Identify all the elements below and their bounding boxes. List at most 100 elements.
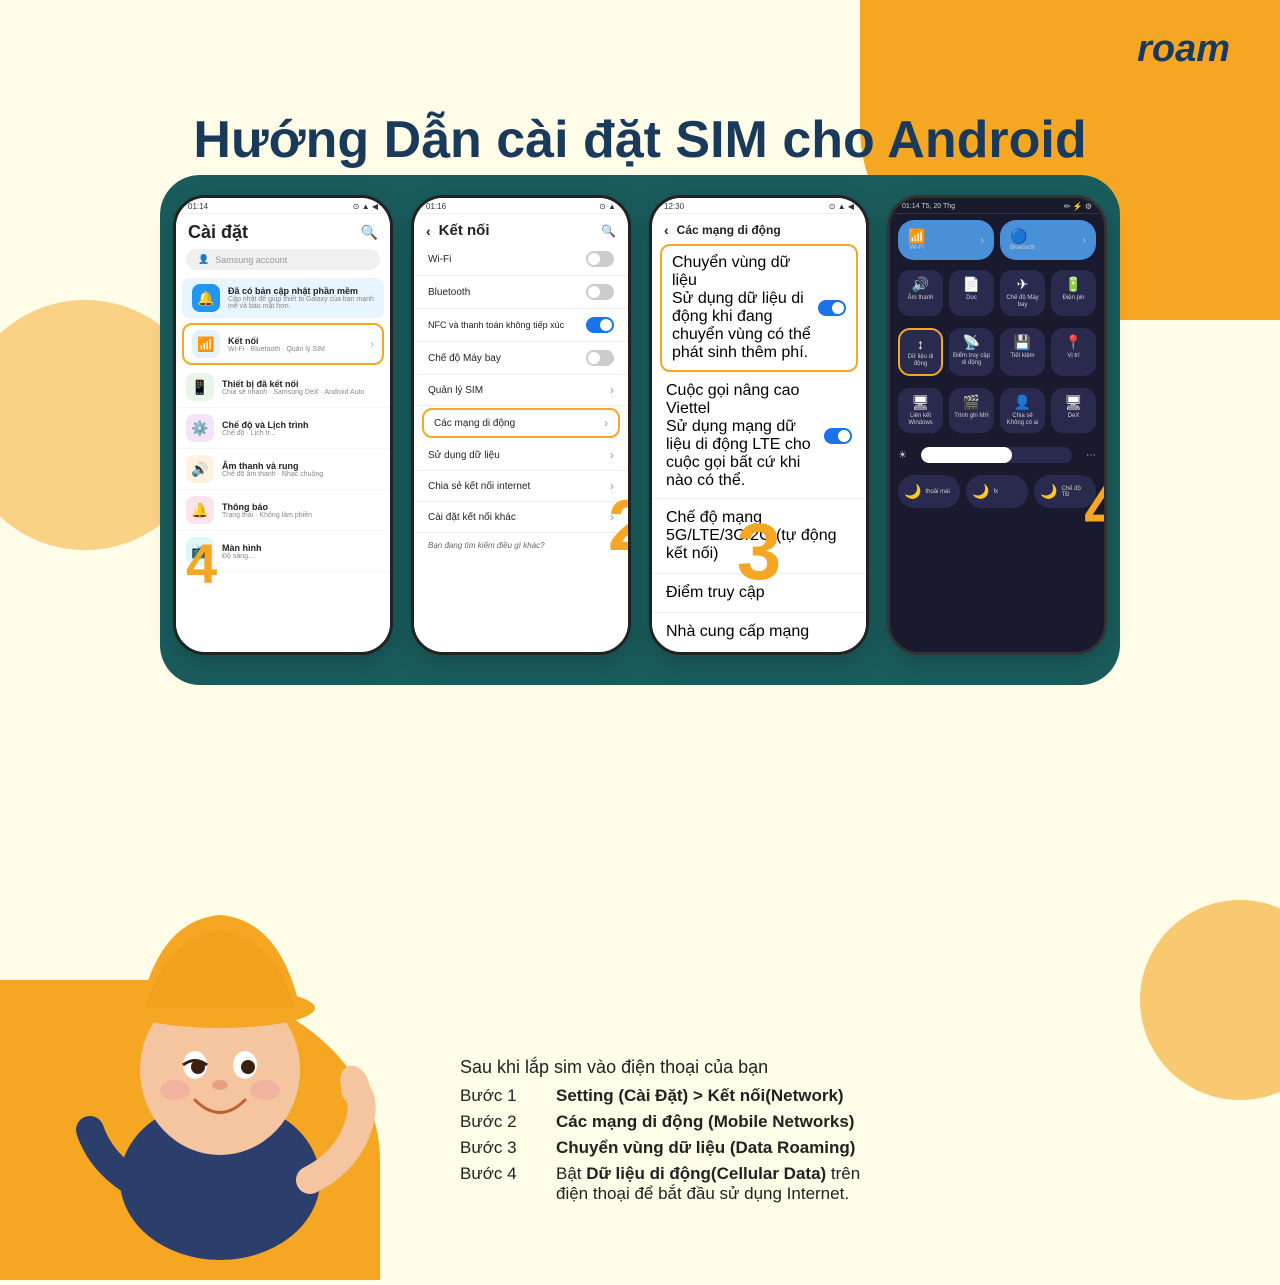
search-icon-2[interactable]: 🔍 [601,224,616,238]
step-3-label-text: Bước 3 [460,1138,540,1158]
ketnoi-wifi[interactable]: Wi-Fi [414,243,628,276]
phone-4-topbar: 01:14 T5, 20 Thg ✏ ⚡ ⚙ [890,198,1104,214]
logo-hi: hi [1093,28,1127,70]
qs-location-tile[interactable]: 📍 Vị trí [1051,328,1096,376]
step-2-label-text: Bước 2 [460,1112,540,1132]
logo-roam: roam [1127,28,1230,70]
airplane-toggle[interactable] [586,350,614,366]
data-roaming-toggle[interactable] [818,300,846,316]
ketnoi-text: Kết nối Wi-Fi · Bluetooth · Quản lý SIM [228,336,363,353]
instructions-step-1: Bước 1 Setting (Cài Đặt) > Kết nối(Netwo… [460,1086,1220,1106]
back-icon-3[interactable]: ‹ [664,222,669,238]
qs-doc-tile[interactable]: 📄 Doc [949,270,994,315]
ketnoi-icon: 📶 [192,330,220,358]
update-icon: 🔔 [192,284,220,312]
dex-qs-icon: 🖥 [1065,394,1083,411]
phone-2-screen: ‹ Kết nối 🔍 Wi-Fi Bluetooth NFC và thanh… [414,214,628,642]
data-roaming-text: Chuyển vùng dữ liệu Sử dụng dữ liệu di đ… [672,254,818,362]
qs-recorder-tile[interactable]: 🎬 Trình ghi MH [949,388,994,433]
ketnoi-sim[interactable]: Quản lý SIM › [414,375,628,406]
phones-container: 01:14 ⊙ ▲ ◀ Cài đặt 🔍 👤 Samsung account … [173,195,1107,655]
qs-grid-row3: ↕ Dữ liệu di động 📡 Điểm truy cập di độn… [890,322,1104,382]
qs-hotspot-tile[interactable]: 📡 Điểm truy cập di động [949,328,994,376]
qs-dex-tile[interactable]: 🖥 DeX [1051,388,1096,433]
modes-icon: ⚙️ [186,414,214,442]
mascot-character [40,860,400,1260]
qs-fx-tile[interactable]: 🌙 fx [966,475,1028,508]
settings-item-ketnoi[interactable]: 📶 Kết nối Wi-Fi · Bluetooth · Quản lý SI… [182,323,384,365]
advanced-call-toggle[interactable] [824,428,852,444]
search-icon[interactable]: 🔍 [361,224,378,241]
devices-text: Thiết bị đã kết nối Chia sẻ nhanh · Sams… [222,379,380,396]
data-usage-label: Sử dụng dữ liệu [428,450,500,461]
qs-share-tile[interactable]: 👤 Chia sẻ Không có ai [1000,388,1045,433]
ketnoi-hotspot[interactable]: Chia sẻ kết nối internet › [414,471,628,502]
comfort-icon: 🌙 [904,483,921,500]
qs-bluetooth-tile[interactable]: 🔵 Bluetooth › [1000,220,1096,260]
ketnoi-data-usage[interactable]: Sử dụng dữ liệu › [414,440,628,471]
doc-qs-icon: 📄 [963,276,980,293]
back-icon[interactable]: ‹ [426,223,431,239]
recorder-qs-label: Trình ghi MH [954,413,988,420]
airplane-label: Chế độ Máy bay [428,353,501,364]
ketnoi-nfc[interactable]: NFC và thanh toán không tiếp xúc [414,309,628,342]
phone-3-mobile-networks: 12:30 ⊙ ▲ ◀ ‹ Các mạng di động Chuyển vù… [649,195,869,655]
share-qs-icon: 👤 [1014,394,1031,411]
ketnoi-mobile-networks[interactable]: Các mạng di động › [422,408,620,438]
expand-wifi-icon[interactable]: › [981,235,984,246]
qs-save-tile[interactable]: 💾 Tiết kiệm [1000,328,1045,376]
hotspot-label: Chia sẻ kết nối internet [428,481,530,492]
doc-qs-label: Doc [966,295,977,302]
ketnoi-more-settings[interactable]: Cài đặt kết nối khác › [414,502,628,533]
fx-icon: 🌙 [972,483,989,500]
save-qs-label: Tiết kiệm [1010,353,1034,360]
carrier-item[interactable]: Nhà cung cấp mạng [652,613,866,642]
step-1-desc: Setting (Cài Đặt) > Kết nối(Network) [556,1086,844,1106]
wifi-label: Wi-Fi [428,254,451,265]
data-roaming-item[interactable]: Chuyển vùng dữ liệu Sử dụng dữ liệu di đ… [660,244,858,372]
bluetooth-qs-label: Bluetooth [1010,245,1035,252]
settings-title: Cài đặt [188,222,248,243]
instructions-step-4: Bước 4 Bật Dữ liệu di động(Cellular Data… [460,1164,1220,1204]
hotspot-qs-icon: 📡 [963,334,980,351]
battery-qs-label: Điện pin [1062,295,1084,302]
ketnoi-search-hint: Bạn đang tìm kiếm điều gì khác? [414,533,628,558]
nfc-toggle[interactable] [586,317,614,333]
ketnoi-airplane[interactable]: Chế độ Máy bay [414,342,628,375]
brightness-slider[interactable] [921,447,1072,463]
qs-sound-tile[interactable]: 🔊 Âm thanh [898,270,943,315]
settings-item-devices[interactable]: 📱 Thiết bị đã kết nối Chia sẻ nhanh · Sa… [176,367,390,408]
airplane-qs-label: Chế độ Máy bay [1004,295,1041,309]
qs-wifi-tile[interactable]: 📶 Wi-Fi › [898,220,994,260]
mxddd-title: Các mạng di động [677,223,854,237]
display-text: Màn hình Độ sáng... [222,543,380,560]
user-icon: 👤 [198,254,209,265]
qs-windows-tile[interactable]: 🖥 Liên kết Windows [898,388,943,433]
settings-item-modes[interactable]: ⚙️ Chế độ và Lịch trình Chế độ · Lịch tr… [176,408,390,449]
wifi-qs-icon: 📶 [908,228,925,245]
qs-grid-row1: 📶 Wi-Fi › 🔵 Bluetooth › [890,214,1104,264]
expand-bt-icon[interactable]: › [1083,235,1086,246]
bluetooth-toggle[interactable] [586,284,614,300]
phone-1-status: ⊙ ▲ ◀ [353,202,378,211]
qs-battery-tile[interactable]: 🔋 Điện pin [1051,270,1096,315]
qs-mobile-data-tile[interactable]: ↕ Dữ liệu di động [898,328,943,376]
bluetooth-label: Bluetooth [428,287,470,298]
settings-item-notifications[interactable]: 🔔 Thông báo Trạng thái · Không làm phiền [176,490,390,531]
advanced-call-item[interactable]: Cuộc gọi nâng cao Viettel Sử dụng mạng d… [652,374,866,499]
notifications-icon: 🔔 [186,496,214,524]
qs-airplane-tile[interactable]: ✈ Chế độ Máy bay [1000,270,1045,315]
battery-qs-icon: 🔋 [1065,276,1082,293]
more-icon[interactable]: ⋯ [1086,450,1096,461]
settings-item-update[interactable]: 🔔 Đã có bản cập nhật phần mềm Cập nhật đ… [182,278,384,319]
windows-qs-label: Liên kết Windows [902,413,939,427]
ketnoi-bluetooth[interactable]: Bluetooth [414,276,628,309]
phone-4-status: ✏ ⚡ ⚙ [1064,202,1092,211]
wifi-toggle[interactable] [586,251,614,267]
settings-item-sound[interactable]: 🔊 Âm thanh và rung Chế độ âm thanh · Nhạ… [176,449,390,490]
qs-bottom-row: 🌙 thoải mái 🌙 fx 🌙 Chế độ TĐ [890,471,1104,512]
qs-comfort-tile[interactable]: 🌙 thoải mái [898,475,960,508]
location-qs-label: Vị trí [1067,353,1079,360]
phone-1-time: 01:14 [188,202,208,211]
settings-search-bar: 👤 Samsung account [186,249,380,270]
